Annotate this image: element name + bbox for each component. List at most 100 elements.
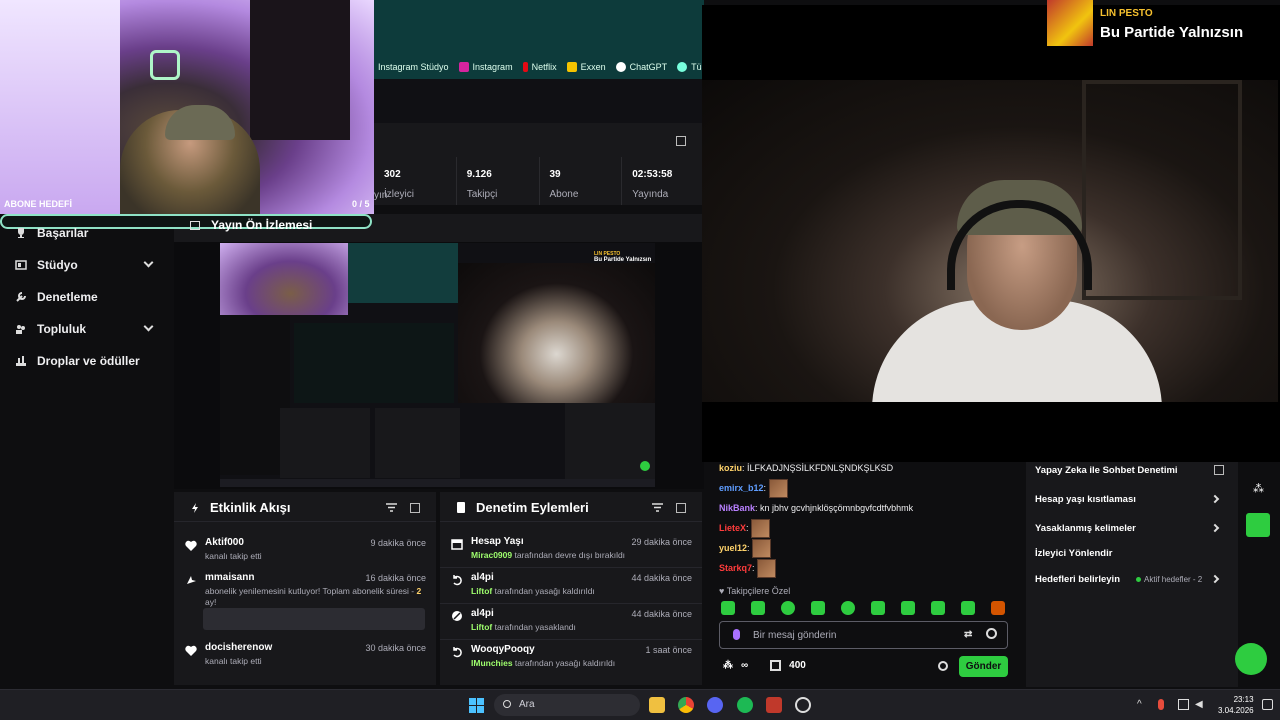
sidebar-item-drops[interactable]: Droplar ve ödüller xyxy=(15,354,140,368)
chat-input[interactable]: Bir mesaj gönderin ⇄ xyxy=(719,621,1008,649)
microphone-icon[interactable] xyxy=(1158,699,1164,710)
stat-subscribers: 39 Abone xyxy=(538,157,622,205)
emote-button[interactable] xyxy=(751,601,765,615)
bookmark-turk[interactable]: Türk A xyxy=(677,62,704,72)
heart-icon xyxy=(185,645,197,656)
instagram-icon xyxy=(458,62,469,72)
taskbar-clock[interactable]: 23:13 3.04.2026 xyxy=(1218,694,1254,716)
undo-icon xyxy=(453,575,462,586)
popout-icon[interactable] xyxy=(676,503,686,513)
obs-icon[interactable] xyxy=(795,697,811,713)
channel-points[interactable]: ⁂ ∞ 400 xyxy=(723,660,806,671)
emote-button[interactable] xyxy=(901,601,915,615)
resub-message-box xyxy=(203,608,425,630)
studio-icon xyxy=(15,260,27,270)
undo-icon xyxy=(453,647,462,658)
active-goals-label: Aktif hedefler - 2 xyxy=(1136,575,1202,584)
setting-goals[interactable]: Hedefleri belirleyin xyxy=(1035,574,1120,585)
heart-icon xyxy=(185,540,197,551)
now-playing-widget: LIN PESTO Bu Partide Yalnızsın xyxy=(1047,0,1280,47)
app-icon[interactable] xyxy=(766,697,782,713)
group-icon[interactable]: ⁂ xyxy=(1253,482,1264,495)
chat-message[interactable]: Starkq7: xyxy=(719,559,777,578)
discord-icon[interactable] xyxy=(707,697,723,713)
notification-icon[interactable] xyxy=(1262,699,1273,710)
setting-banned-words[interactable]: Yasaklanmış kelimeler xyxy=(1035,523,1136,534)
points-icon xyxy=(770,660,782,671)
bookmark-netflix[interactable]: Netflix xyxy=(522,62,557,72)
list-item[interactable]: al4pi 44 dakika önce Liftof tarafından y… xyxy=(440,604,702,640)
microphone-icon[interactable] xyxy=(733,629,740,640)
sidebar-item-studio[interactable]: Stüdyo xyxy=(15,258,78,272)
lightning-icon xyxy=(192,503,198,513)
emote-button[interactable] xyxy=(871,601,885,615)
calendar-icon xyxy=(451,539,463,550)
network-icon[interactable] xyxy=(1178,699,1189,710)
preview-icon xyxy=(190,221,200,230)
emote-button[interactable] xyxy=(721,601,735,615)
sidebar-item-achievements[interactable]: Başarılar xyxy=(15,226,88,240)
spotify-icon[interactable] xyxy=(737,697,753,713)
list-item[interactable]: WooqyPooqy 1 saat önce IMunchies tarafın… xyxy=(440,640,702,676)
filter-icon[interactable] xyxy=(652,503,663,512)
sidebar-item-moderation[interactable]: Denetleme xyxy=(15,290,98,304)
taskbar: Ara ^ ◀ 23:13 3.04.2026 xyxy=(0,689,1280,720)
page-header xyxy=(374,79,704,123)
volume-icon[interactable]: ◀ xyxy=(1195,699,1206,710)
send-button[interactable]: Gönder xyxy=(959,656,1008,677)
filter-icon[interactable] xyxy=(386,503,397,512)
bookmark-instagram[interactable]: Instagram xyxy=(458,62,513,72)
preview-title: Yayın Ön İzlemesi xyxy=(211,218,313,232)
chrome-icon[interactable] xyxy=(678,697,694,713)
taskbar-search[interactable]: Ara xyxy=(494,694,640,716)
gear-icon[interactable] xyxy=(938,661,948,671)
popout-icon[interactable] xyxy=(676,136,686,146)
bookmark-exxen[interactable]: Exxen xyxy=(566,62,606,72)
followers-only-label: ♥ Takipçilere Özel xyxy=(719,586,791,596)
stats-panel-header xyxy=(374,123,704,157)
popout-icon[interactable] xyxy=(1214,465,1224,475)
setting-account-age[interactable]: Hesap yaşı kısıtlaması xyxy=(1035,494,1136,505)
chevron-up-icon[interactable]: ^ xyxy=(1137,699,1148,710)
emote-button[interactable] xyxy=(961,601,975,615)
popout-icon[interactable] xyxy=(410,503,420,513)
moderation-title: Denetim Eylemleri xyxy=(476,500,589,515)
sidebar-item-community[interactable]: Topluluk xyxy=(15,322,86,336)
help-button[interactable] xyxy=(1235,643,1267,675)
album-art xyxy=(1047,0,1093,46)
chat-message[interactable]: emirx_b12: xyxy=(719,479,788,498)
stat-followers: 9.126 Takipçi xyxy=(455,157,539,205)
emote-image xyxy=(751,519,771,538)
list-item[interactable]: Hesap Yaşı 29 dakika önce Mirac0909 tara… xyxy=(440,532,702,568)
bookmark-icon xyxy=(677,62,688,72)
bookmark-instagram-studio[interactable]: Instagram Stüdyo xyxy=(378,62,449,72)
chatgpt-icon xyxy=(615,62,626,72)
ban-icon xyxy=(452,611,462,621)
neon-cactus-sign xyxy=(150,50,180,80)
browser-toolbar xyxy=(374,0,704,55)
infinity-icon: ∞ xyxy=(741,660,749,671)
now-playing-song: Bu Partide Yalnızsın xyxy=(1100,24,1244,41)
emoji-icon[interactable] xyxy=(986,628,997,639)
now-playing-artist: LIN PESTO xyxy=(1100,8,1153,19)
emote-button[interactable] xyxy=(991,601,1005,615)
chat-message[interactable]: koziu: İLFKADJNŞSİLKFDNLŞNDKŞLKSD xyxy=(719,463,893,473)
file-explorer-icon[interactable] xyxy=(649,697,665,713)
setting-ai-moderation[interactable]: Yapay Zeka ile Sohbet Denetimi xyxy=(1035,465,1178,476)
chat-message[interactable]: NikBank: kn jbhv gcvhjnklöşçömnbgvfcdtfv… xyxy=(719,503,913,513)
emote-button[interactable] xyxy=(931,601,945,615)
emote-button[interactable] xyxy=(811,601,825,615)
quick-action-button[interactable] xyxy=(1246,513,1270,537)
chat-message[interactable]: yuel12: xyxy=(719,539,772,558)
emote-button[interactable] xyxy=(781,601,795,615)
activity-feed-title: Etkinlik Akışı xyxy=(210,500,291,515)
chat-message[interactable]: LieteX: xyxy=(719,519,771,538)
netflix-icon xyxy=(522,62,528,72)
translate-icon[interactable]: ⇄ xyxy=(964,629,972,640)
exxen-icon xyxy=(566,62,577,72)
windows-start-icon[interactable] xyxy=(469,698,484,713)
emote-button[interactable] xyxy=(841,601,855,615)
list-item[interactable]: al4pi 44 dakika önce Liftof tarafından y… xyxy=(440,568,702,604)
setting-raid-viewers[interactable]: İzleyici Yönlendir xyxy=(1035,548,1112,559)
bookmark-chatgpt[interactable]: ChatGPT xyxy=(615,62,667,72)
